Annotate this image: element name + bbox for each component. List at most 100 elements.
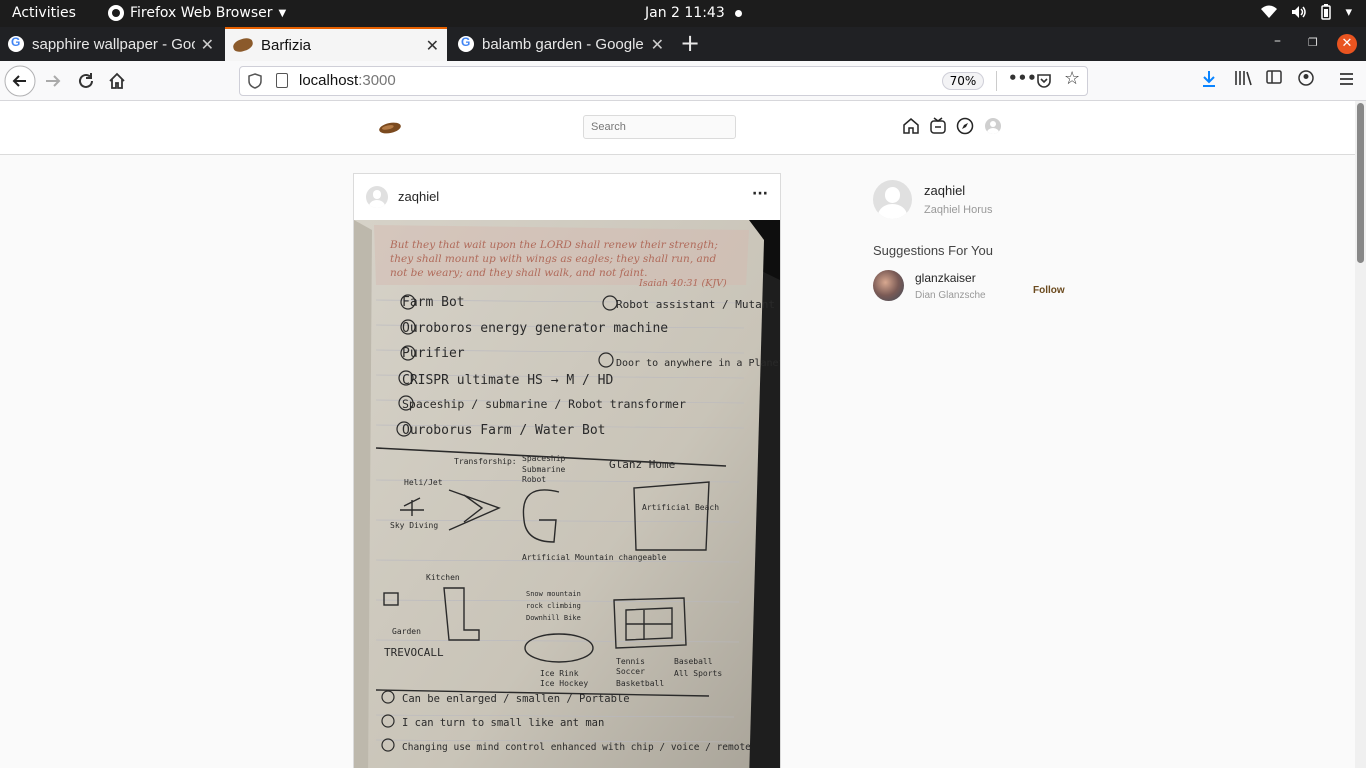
sketch-label: Basketball: [616, 679, 664, 688]
sketch-label: TREVOCALL: [384, 646, 444, 659]
maximize-button[interactable]: ❐: [1308, 36, 1318, 49]
home-icon[interactable]: [902, 117, 920, 135]
url-separator: [996, 71, 997, 91]
suggestion-avatar[interactable]: [873, 270, 904, 301]
tab-title: balamb garden - Google: [482, 35, 644, 53]
notebook-footer-line: Can be enlarged / smallen / Portable: [402, 693, 630, 705]
shield-icon[interactable]: [248, 73, 262, 89]
activities-button[interactable]: Activities: [12, 5, 76, 21]
power-menu-icon: ▾: [1345, 4, 1352, 20]
sketch-label: Garden: [392, 627, 421, 636]
post-author-avatar[interactable]: [366, 186, 388, 208]
close-icon[interactable]: ✕: [426, 36, 439, 55]
hamburger-menu-icon[interactable]: [1339, 72, 1354, 86]
firefox-icon: [108, 5, 124, 21]
post-image[interactable]: But they that wait upon the LORD shall r…: [354, 220, 780, 768]
current-user-username[interactable]: zaqhiel: [924, 183, 965, 198]
current-user-avatar[interactable]: [873, 180, 912, 219]
notification-dot-icon: [735, 10, 742, 17]
library-icon[interactable]: [1234, 70, 1252, 86]
url-port: :3000: [358, 72, 396, 89]
suggestions-title: Suggestions For You: [873, 243, 993, 258]
suggestion-username[interactable]: glanzkaiser: [915, 271, 976, 285]
sketch-label: Baseball: [674, 657, 713, 666]
tab-title: Barfizia: [261, 36, 312, 54]
profile-avatar[interactable]: [985, 118, 1001, 134]
notebook-footer-line: I can turn to small like ant man: [402, 717, 604, 729]
sketch-label: Sky Diving: [390, 521, 438, 530]
app-menu-label: Firefox Web Browser: [130, 5, 273, 21]
sketch-label: Heli/Jet: [404, 478, 443, 487]
notebook-line: Door to anywhere in a Planet: [616, 358, 780, 369]
zoom-indicator[interactable]: 70%: [942, 72, 984, 90]
sketch-label: Artificial Mountain changeable: [522, 553, 667, 562]
notebook-line: Robot assistant / Mutant: [616, 298, 775, 311]
close-icon[interactable]: ✕: [651, 35, 664, 54]
post-header: zaqhiel ···: [354, 174, 780, 220]
search-input[interactable]: [583, 115, 736, 139]
google-icon: [458, 35, 474, 52]
volume-icon: [1292, 6, 1307, 18]
sketch-label: Glanz Home: [609, 458, 675, 471]
downloads-icon[interactable]: [1201, 70, 1217, 88]
notebook-quote-ref: Isaiah 40:31 (KJV): [638, 278, 727, 289]
back-button[interactable]: [4, 65, 36, 97]
sketch-label: Transforship:: [454, 457, 517, 466]
page-info-icon[interactable]: [276, 73, 288, 88]
explore-compass-icon[interactable]: [956, 117, 974, 135]
system-tray[interactable]: ▾: [1261, 4, 1352, 20]
notebook-line: Spaceship / submarine / Robot transforme…: [402, 397, 686, 411]
current-user-fullname: Zaqhiel Horus: [924, 204, 993, 216]
sketch-label: Kitchen: [426, 573, 460, 582]
url-text[interactable]: localhost:3000: [299, 72, 396, 89]
post-author-username[interactable]: zaqhiel: [398, 189, 439, 204]
sketch-label: Snow mountain: [526, 590, 581, 598]
chevron-down-icon: ▼: [278, 7, 287, 19]
sketch-label: Tennis: [616, 657, 645, 666]
page-scrollbar[interactable]: [1355, 101, 1366, 768]
barfizia-logo-icon[interactable]: [378, 120, 402, 136]
forward-button[interactable]: [44, 72, 62, 90]
notebook-quote-line2: they shall mount up with wings as eagles…: [390, 253, 717, 265]
tab-strip: sapphire wallpaper - Google ✕ Barfizia ✕…: [0, 27, 1366, 61]
sketch-label: Spaceship: [522, 454, 566, 463]
battery-icon: [1321, 4, 1332, 20]
inbox-icon[interactable]: [929, 117, 947, 135]
more-options-icon[interactable]: ···: [752, 186, 768, 202]
home-button[interactable]: [108, 72, 126, 90]
minimize-button[interactable]: –: [1274, 33, 1281, 49]
sketch-label: Soccer: [616, 667, 645, 676]
pocket-icon[interactable]: [1036, 73, 1052, 89]
close-icon[interactable]: ✕: [201, 35, 214, 54]
sketch-label: All Sports: [674, 669, 722, 678]
notebook-line: Ouroboros energy generator machine: [402, 321, 668, 336]
window-close-button[interactable]: ✕: [1337, 34, 1357, 54]
google-icon: [8, 35, 24, 52]
app-header: [0, 101, 1355, 155]
clock[interactable]: Jan 2 11:43: [645, 5, 725, 21]
new-tab-button[interactable]: +: [680, 29, 700, 57]
app-menu-button[interactable]: Firefox Web Browser ▼: [108, 5, 286, 21]
tab-balamb-garden[interactable]: balamb garden - Google ✕: [450, 27, 672, 61]
notebook-line: CRISPR ultimate HS → M / HD: [402, 373, 613, 388]
sketch-label: Downhill Bike: [526, 614, 581, 622]
suggestion-fullname: Dian Glanzsche: [915, 290, 986, 301]
post-card: zaqhiel ··· But they that wait upon the …: [353, 173, 781, 768]
account-icon[interactable]: [1298, 70, 1314, 86]
sidebar-icon[interactable]: [1266, 70, 1282, 84]
tab-sapphire-wallpaper[interactable]: sapphire wallpaper - Google ✕: [0, 27, 222, 61]
notebook-quote-line3: not be weary; and they shall walk, and n…: [390, 267, 647, 279]
scrollbar-thumb[interactable]: [1357, 103, 1364, 263]
wifi-icon: [1261, 5, 1278, 18]
sketch-label: Robot: [522, 475, 546, 484]
barfizia-favicon-icon: [231, 36, 255, 54]
notebook-line: Ouroborus Farm / Water Bot: [402, 423, 606, 438]
tab-barfizia[interactable]: Barfizia ✕: [225, 27, 447, 61]
follow-button[interactable]: Follow: [1033, 285, 1065, 296]
url-host: localhost: [299, 72, 359, 89]
reload-button[interactable]: [77, 72, 95, 90]
page-actions-icon[interactable]: •••: [1008, 69, 1037, 87]
bookmark-star-icon[interactable]: ☆: [1064, 68, 1080, 89]
url-bar[interactable]: localhost:3000 70% ••• ☆: [239, 66, 1088, 96]
notebook-footer-line: Changing use mind control enhanced with …: [402, 742, 751, 753]
